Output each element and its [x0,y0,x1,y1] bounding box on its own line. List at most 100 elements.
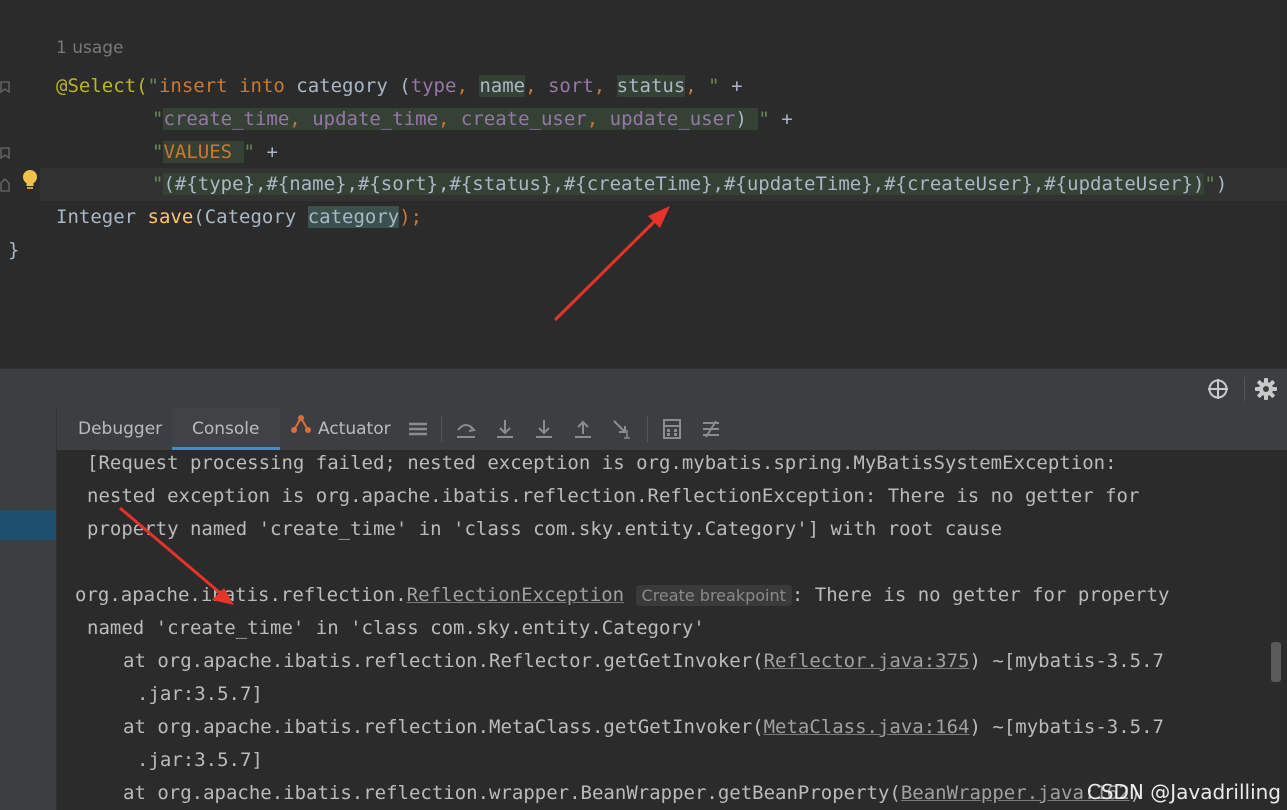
divider [1244,377,1245,401]
gutter-fold-icon[interactable] [0,178,10,192]
sql-column: update_user [609,108,736,130]
param-type: Category [204,206,308,228]
code-token: , [289,108,313,130]
code-token: , [438,108,461,130]
stack-frame-text: at org.apache.ibatis.reflection.Reflecto… [123,650,764,672]
string-token: " [152,141,164,163]
step-over-icon[interactable] [455,418,477,440]
exception-class-link[interactable]: ReflectionException [407,584,624,606]
actuator-label: Actuator [318,419,391,439]
force-step-into-icon[interactable] [533,418,555,440]
source-link[interactable]: Reflector.java:375 [764,650,970,672]
stack-frame-line: at org.apache.ibatis.reflection.MetaClas… [123,711,1164,744]
string-token: " [708,75,720,97]
crosshair-icon[interactable] [1207,378,1229,404]
console-line: .jar:3.5.7] [137,683,263,705]
method-name: save [147,206,194,228]
code-token: + [255,141,278,163]
stack-frame-text: ) ~[mybatis-3.5.7 [969,716,1164,738]
actuator-icon [290,408,312,450]
code-token: ( [193,206,205,228]
divider [647,416,648,442]
code-line-3: "VALUES " + [56,136,278,169]
return-type: Integer [56,206,148,228]
code-line-2: "create_time, update_time, create_user, … [56,103,793,136]
lightbulb-icon[interactable] [20,169,40,191]
selected-frame-row[interactable] [0,510,56,540]
code-token: + [719,75,743,97]
code-token: + [769,108,793,130]
frames-sidebar[interactable] [0,450,57,810]
watermark: CSDN @Javadrilling [1086,780,1281,804]
exception-message: : There is no getter for property [791,584,1170,606]
code-token: , [685,75,709,97]
console-line: [Request processing failed; nested excep… [87,452,1117,474]
code-line-5: Integer save(Category category); [56,201,422,234]
sql-column: create_time [163,108,290,130]
code-token: ); [399,206,423,228]
console-line: property named 'create_time' in 'class c… [87,518,1003,540]
sql-column: sort [547,75,594,97]
console-line: org.apache.ibatis.reflection.ReflectionE… [75,579,1169,612]
param-name: category [307,206,400,228]
code-token: ) [735,108,759,130]
code-editor[interactable]: 1 usage @Select("insert into category (t… [0,0,1287,368]
gutter-bookmark-icon[interactable] [0,146,10,160]
string-token: " [147,75,159,97]
usage-hint[interactable]: 1 usage [56,38,124,58]
code-token: , [456,75,480,97]
tab-debugger[interactable]: Debugger [78,408,162,450]
code-line-4: "(#{type},#{name},#{sort},#{status},#{cr… [56,168,1227,201]
code-token: category ( [284,75,411,97]
code-token: , [525,75,548,97]
sql-keyword: VALUES [163,141,233,163]
create-breakpoint-button[interactable]: Create breakpoint [635,585,792,606]
code-line-6: } [8,234,19,267]
sql-column-highlighted: name [479,75,526,97]
console-line: nested exception is org.apache.ibatis.re… [87,485,1140,507]
stack-frame-text: at org.apache.ibatis.reflection.wrapper.… [123,782,901,804]
trace-stream-icon[interactable] [700,418,722,440]
step-out-icon[interactable] [572,418,594,440]
stack-frame-text: at org.apache.ibatis.reflection.MetaClas… [123,716,764,738]
console-output[interactable]: [Request processing failed; nested excep… [57,450,1287,810]
left-strip [0,408,57,450]
tool-window-header [0,368,1287,409]
closing-brace: } [8,239,20,261]
code-token: , [593,75,617,97]
sql-keyword: insert [158,75,228,97]
gear-icon[interactable] [1255,378,1277,404]
string-token: " [152,108,164,130]
sql-column: create_user [460,108,587,130]
sql-column: type [410,75,457,97]
console-line: named 'create_time' in 'class com.sky.en… [87,617,705,639]
stack-frame-text: ) ~[mybatis-3.5.7 [969,650,1164,672]
code-token: ) [1215,173,1228,195]
tab-actuator[interactable]: Actuator [290,408,391,450]
stack-frame-line: at org.apache.ibatis.reflection.wrapper.… [123,777,1141,810]
code-line-1: @Select("insert into category (type, nam… [56,70,743,103]
sql-values-placeholders: (#{type},#{name},#{sort},#{status},#{cre… [163,173,1205,195]
string-token: " [1204,173,1216,195]
stack-frame-line: at org.apache.ibatis.reflection.Reflecto… [123,645,1164,678]
string-token: " [243,141,255,163]
source-link[interactable]: MetaClass.java:164 [764,716,970,738]
evaluate-expression-icon[interactable] [661,418,683,440]
code-token [232,141,244,163]
tab-console[interactable]: Console [172,408,280,450]
divider [441,416,442,442]
gutter-bookmark-icon[interactable] [0,80,10,94]
annotation-token: @Select( [56,75,148,97]
string-token: " [758,108,770,130]
menu-lines-icon[interactable] [407,418,429,440]
string-token: " [152,173,164,195]
code-token: , [586,108,610,130]
console-line: .jar:3.5.7] [137,749,263,771]
exception-package: org.apache.ibatis.reflection. [75,584,407,606]
sql-keyword: into [239,75,285,97]
console-scrollbar[interactable] [1271,642,1281,682]
sql-column-highlighted: status [616,75,686,97]
run-to-cursor-icon[interactable] [611,418,633,440]
step-into-icon[interactable] [494,418,516,440]
